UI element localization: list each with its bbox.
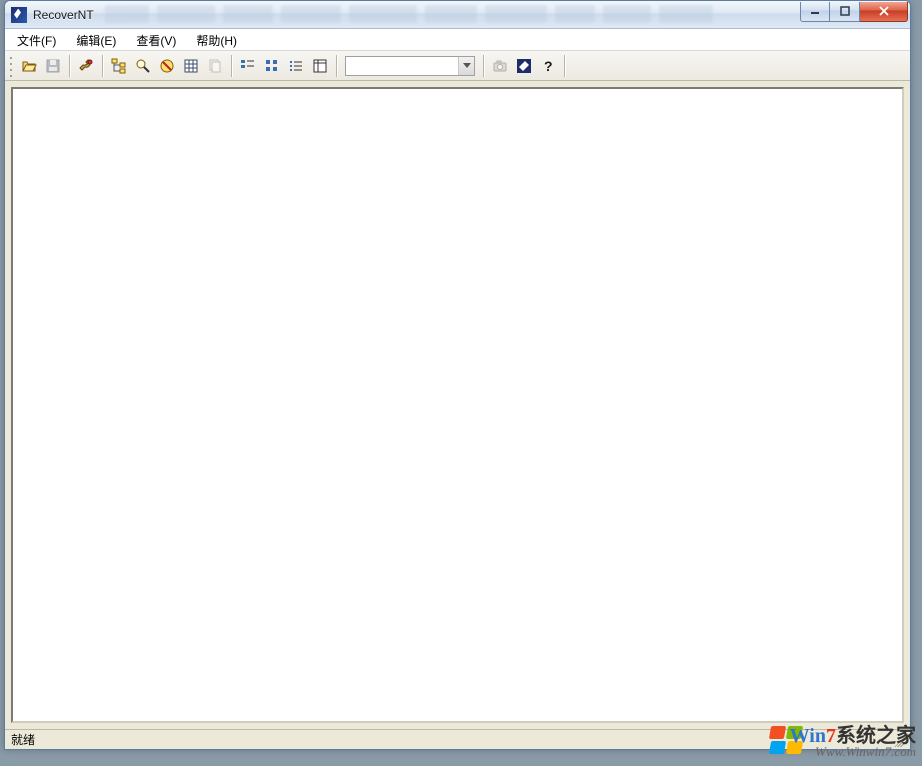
maximize-button[interactable] — [830, 2, 860, 22]
menu-help[interactable]: 帮助(H) — [186, 29, 247, 50]
toolbar-separator — [336, 55, 337, 77]
toolbar-separator — [483, 55, 484, 77]
search-icon — [135, 58, 151, 74]
combo-field[interactable] — [346, 57, 458, 75]
resize-grip[interactable] — [894, 733, 908, 747]
svg-text:?: ? — [544, 58, 553, 74]
app-window: RecoverNT 文件(F) 编辑(E) 查看(V) 帮助(H) — [4, 0, 911, 750]
save-icon — [45, 58, 61, 74]
save-button[interactable] — [41, 54, 65, 78]
view-detail-button[interactable] — [308, 54, 332, 78]
close-icon — [878, 6, 890, 16]
help-button[interactable]: ? — [536, 54, 560, 78]
search-button[interactable] — [131, 54, 155, 78]
toolbar-separator — [102, 55, 103, 77]
tree-button[interactable] — [107, 54, 131, 78]
tree-icon — [111, 58, 127, 74]
small-icons-icon — [240, 58, 256, 74]
minimize-icon — [810, 6, 820, 16]
copy-button[interactable] — [203, 54, 227, 78]
chevron-down-icon — [463, 63, 471, 69]
window-controls — [800, 2, 908, 22]
view-list-button[interactable] — [284, 54, 308, 78]
filter-button[interactable] — [155, 54, 179, 78]
maximize-icon — [840, 6, 850, 16]
content-canvas[interactable] — [11, 87, 904, 723]
toolbar-separator — [231, 55, 232, 77]
watermark-logo-icon — [770, 726, 804, 756]
toolbar-separator — [69, 55, 70, 77]
snapshot-button[interactable] — [488, 54, 512, 78]
menu-file[interactable]: 文件(F) — [7, 29, 66, 50]
toolbar-grip[interactable] — [9, 55, 13, 77]
menu-edit[interactable]: 编辑(E) — [66, 29, 126, 50]
view-small-button[interactable] — [236, 54, 260, 78]
detail-icon — [312, 58, 328, 74]
large-icons-icon — [264, 58, 280, 74]
status-text: 就绪 — [11, 731, 35, 748]
copy-icon — [207, 58, 223, 74]
app-logo-icon — [516, 58, 532, 74]
filter-icon — [159, 58, 175, 74]
toolbar: ? — [5, 51, 910, 81]
path-combo[interactable] — [345, 56, 475, 76]
open-icon — [21, 58, 37, 74]
grid-button[interactable] — [179, 54, 203, 78]
minimize-button[interactable] — [800, 2, 830, 22]
grid-icon — [183, 58, 199, 74]
menu-bar: 文件(F) 编辑(E) 查看(V) 帮助(H) — [5, 29, 910, 51]
toolbar-separator — [564, 55, 565, 77]
client-area — [5, 81, 910, 729]
title-bar[interactable]: RecoverNT — [5, 1, 910, 29]
camera-icon — [492, 58, 508, 74]
list-icon — [288, 58, 304, 74]
close-button[interactable] — [860, 2, 908, 22]
wrench-icon — [78, 58, 94, 74]
combo-dropdown-button[interactable] — [458, 57, 474, 75]
background-blur — [105, 5, 750, 25]
window-title: RecoverNT — [33, 8, 94, 22]
app-icon — [11, 7, 27, 23]
menu-view[interactable]: 查看(V) — [126, 29, 186, 50]
help-icon: ? — [540, 58, 556, 74]
about-app-button[interactable] — [512, 54, 536, 78]
open-button[interactable] — [17, 54, 41, 78]
view-large-button[interactable] — [260, 54, 284, 78]
options-button[interactable] — [74, 54, 98, 78]
